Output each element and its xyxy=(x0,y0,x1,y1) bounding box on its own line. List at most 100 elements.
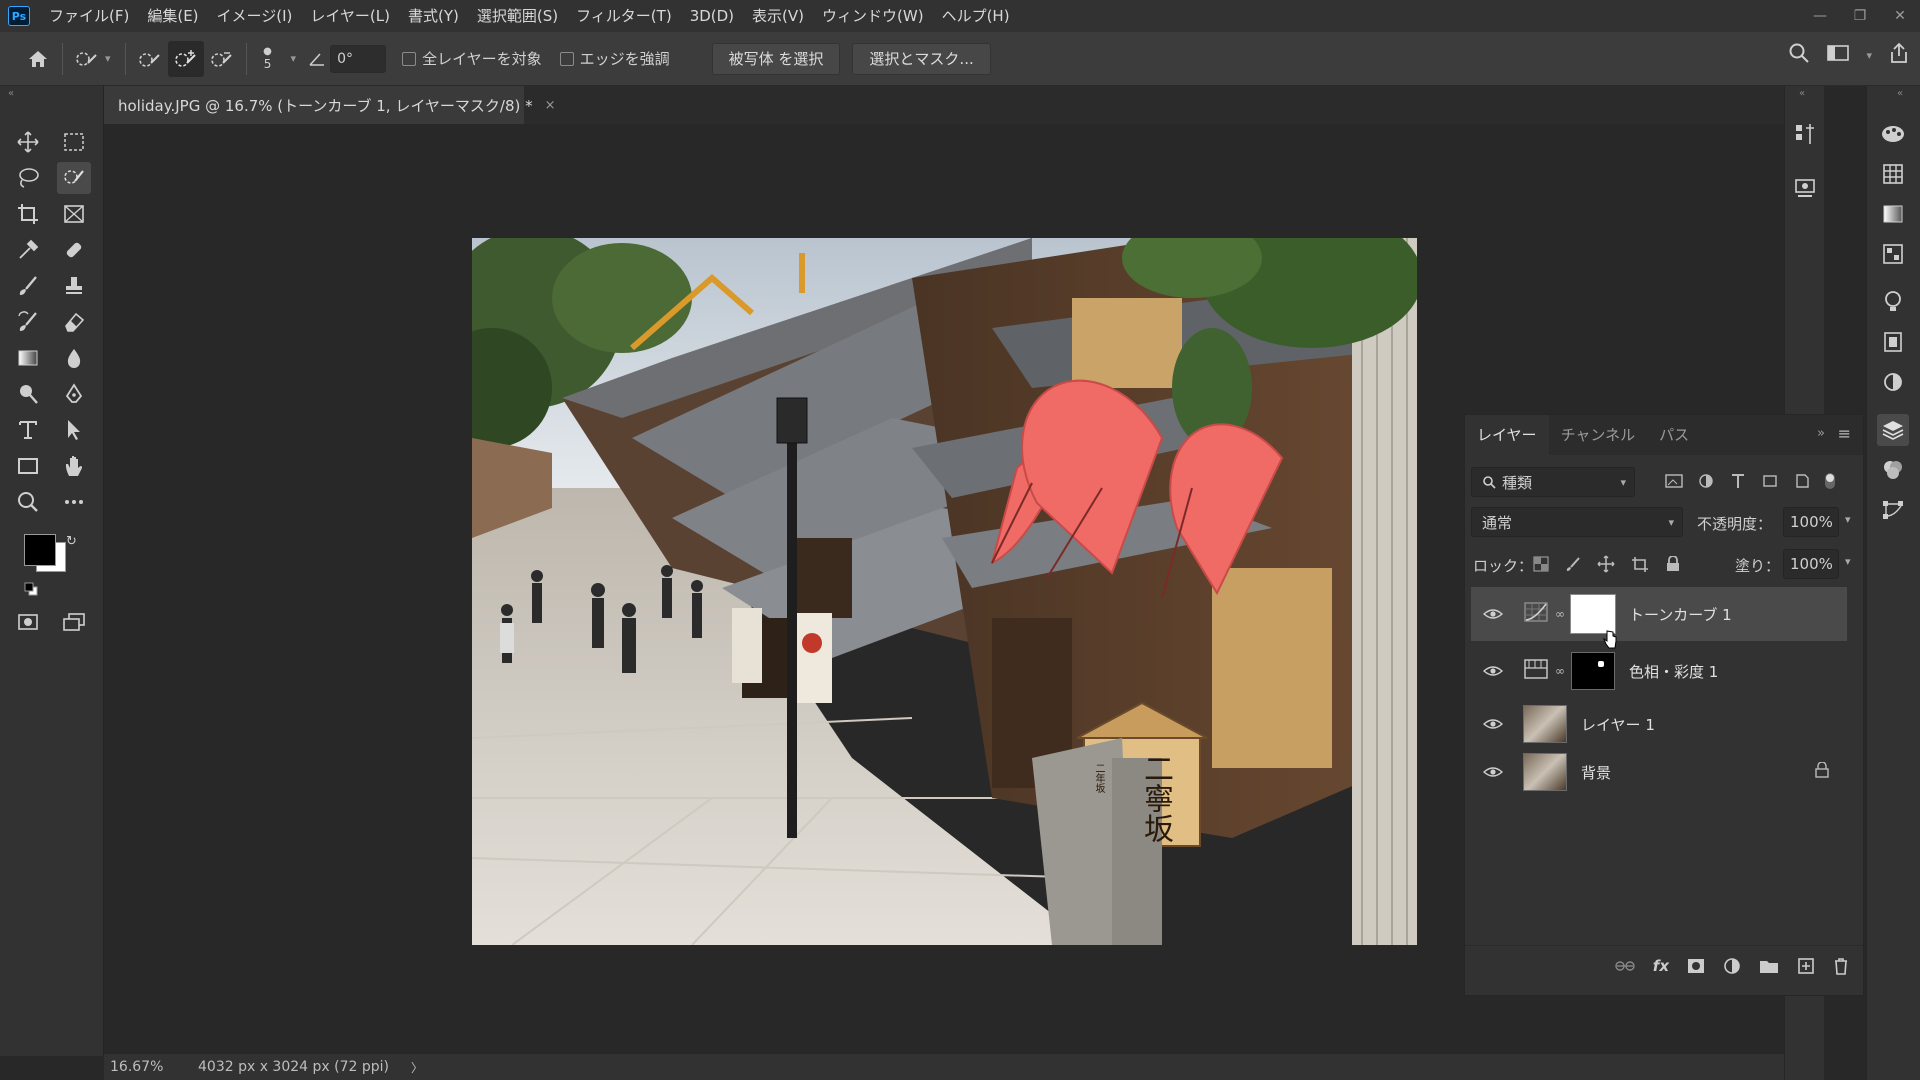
gradient-tool-icon[interactable] xyxy=(11,342,45,374)
hand-tool-icon[interactable] xyxy=(57,450,91,482)
tab-channels[interactable]: チャンネル xyxy=(1549,415,1648,455)
layer-thumbnail[interactable] xyxy=(1523,753,1567,791)
minimize-icon[interactable]: — xyxy=(1800,0,1840,32)
visibility-eye-icon[interactable] xyxy=(1481,665,1505,677)
visibility-eye-icon[interactable] xyxy=(1481,718,1505,730)
chevron-down-icon[interactable]: ▾ xyxy=(105,52,111,65)
foreground-color-swatch[interactable] xyxy=(24,534,56,566)
more-tools-icon[interactable] xyxy=(57,486,91,518)
document-tab[interactable]: holiday.JPG @ 16.7% (トーンカーブ 1, レイヤーマスク/8… xyxy=(104,86,556,124)
delete-layer-icon[interactable] xyxy=(1833,957,1849,975)
layer-row[interactable]: ∞ 色相・彩度 1 xyxy=(1471,645,1847,697)
menu-select[interactable]: 選択範囲(S) xyxy=(468,0,567,32)
learn-panel-icon[interactable] xyxy=(1877,286,1909,318)
filter-pixel-icon[interactable] xyxy=(1665,473,1683,489)
menu-layer[interactable]: レイヤー(L) xyxy=(301,0,399,32)
menu-filter[interactable]: フィルター(T) xyxy=(567,0,681,32)
opacity-input[interactable]: 100% xyxy=(1783,507,1839,537)
brush-size-picker[interactable]: ● 5 xyxy=(253,46,283,71)
color-panel-icon[interactable] xyxy=(1877,118,1909,150)
menu-3d[interactable]: 3D(D) xyxy=(681,0,743,32)
filter-type-icon[interactable] xyxy=(1729,473,1747,489)
history-brush-icon[interactable] xyxy=(11,306,45,338)
eyedropper-tool-icon[interactable] xyxy=(11,234,45,266)
filter-smart-object-icon[interactable] xyxy=(1793,473,1811,489)
layer-name[interactable]: 色相・彩度 1 xyxy=(1629,661,1718,682)
menu-image[interactable]: イメージ(I) xyxy=(208,0,302,32)
lasso-tool-icon[interactable] xyxy=(11,162,45,194)
default-colors-icon[interactable] xyxy=(24,582,38,600)
chevron-down-icon[interactable]: ▾ xyxy=(1845,513,1851,526)
swatches-panel-icon[interactable] xyxy=(1877,158,1909,190)
collapse-icon[interactable]: « xyxy=(1897,88,1903,99)
new-layer-icon[interactable] xyxy=(1797,957,1815,975)
status-menu-arrow[interactable]: 〉 xyxy=(411,1059,423,1076)
chevron-down-icon[interactable]: ▾ xyxy=(1845,555,1851,568)
eraser-tool-icon[interactable] xyxy=(57,306,91,338)
properties-panel-icon[interactable] xyxy=(1789,172,1821,204)
history-panel-icon[interactable] xyxy=(1789,118,1821,150)
fill-input[interactable]: 100% xyxy=(1783,549,1839,579)
brush-tool-icon[interactable] xyxy=(11,270,45,302)
menu-view[interactable]: 表示(V) xyxy=(743,0,813,32)
pen-tool-icon[interactable] xyxy=(57,378,91,410)
menu-type[interactable]: 書式(Y) xyxy=(399,0,468,32)
add-mask-icon[interactable] xyxy=(1687,958,1705,974)
new-group-icon[interactable] xyxy=(1759,958,1779,974)
zoom-level[interactable]: 16.67% xyxy=(110,1059,180,1075)
layer-mask-thumbnail[interactable] xyxy=(1570,594,1616,634)
rectangle-tool-icon[interactable] xyxy=(11,450,45,482)
visibility-eye-icon[interactable] xyxy=(1481,766,1505,778)
move-tool-icon[interactable] xyxy=(11,126,45,158)
share-icon[interactable] xyxy=(1888,42,1910,68)
layer-row[interactable]: ∞ トーンカーブ 1 xyxy=(1471,587,1847,641)
quick-mask-icon[interactable] xyxy=(11,606,45,638)
libraries-panel-icon[interactable] xyxy=(1877,326,1909,358)
blur-tool-icon[interactable] xyxy=(57,342,91,374)
layer-filter-select[interactable]: 種類 ▾ xyxy=(1471,467,1635,497)
paths-panel-icon[interactable] xyxy=(1877,494,1909,526)
screen-mode-icon[interactable] xyxy=(57,606,91,638)
workspace-icon[interactable] xyxy=(1826,43,1850,67)
layers-panel-icon[interactable] xyxy=(1877,414,1909,446)
tab-layers[interactable]: レイヤー xyxy=(1465,415,1549,455)
link-layers-icon[interactable] xyxy=(1615,959,1635,973)
link-icon[interactable]: ∞ xyxy=(1555,607,1565,621)
frame-tool-icon[interactable] xyxy=(57,198,91,230)
zoom-tool-icon[interactable] xyxy=(11,486,45,518)
sample-all-layers-checkbox[interactable] xyxy=(402,51,417,66)
layer-mask-thumbnail[interactable] xyxy=(1571,652,1615,690)
chevron-down-icon[interactable]: ▾ xyxy=(291,52,297,65)
healing-brush-icon[interactable] xyxy=(57,234,91,266)
layer-name[interactable]: トーンカーブ 1 xyxy=(1629,604,1732,625)
menu-window[interactable]: ウィンドウ(W) xyxy=(813,0,933,32)
quick-select-preset-icon[interactable] xyxy=(69,41,105,77)
layer-lock-icon[interactable] xyxy=(1815,761,1829,782)
filter-shape-icon[interactable] xyxy=(1761,473,1779,489)
lock-transparent-icon[interactable] xyxy=(1533,556,1549,572)
blend-mode-select[interactable]: 通常 ▾ xyxy=(1471,507,1683,537)
quick-select-tool-icon[interactable] xyxy=(57,162,91,194)
layer-name[interactable]: レイヤー 1 xyxy=(1581,714,1655,735)
menu-file[interactable]: ファイル(F) xyxy=(40,0,138,32)
select-and-mask-button[interactable]: 選択とマスク... xyxy=(852,42,991,75)
dodge-tool-icon[interactable] xyxy=(11,378,45,410)
crop-tool-icon[interactable] xyxy=(11,198,45,230)
collapse-icon[interactable]: « xyxy=(8,88,14,99)
close-window-icon[interactable]: ✕ xyxy=(1880,0,1920,32)
lock-artboard-icon[interactable] xyxy=(1631,556,1649,572)
gradients-panel-icon[interactable] xyxy=(1877,198,1909,230)
expand-panel-icon[interactable]: » xyxy=(1817,426,1825,441)
home-icon[interactable] xyxy=(20,41,56,77)
layer-row[interactable]: 背景 xyxy=(1471,749,1847,795)
layer-name[interactable]: 背景 xyxy=(1581,762,1611,783)
close-tab-icon[interactable]: × xyxy=(545,98,556,113)
adjustments-panel-icon[interactable] xyxy=(1877,366,1909,398)
collapse-icon[interactable]: « xyxy=(1799,88,1805,99)
marquee-tool-icon[interactable] xyxy=(57,126,91,158)
filter-toggle[interactable] xyxy=(1825,473,1835,489)
type-tool-icon[interactable] xyxy=(11,414,45,446)
search-icon[interactable] xyxy=(1788,42,1810,68)
swap-colors-icon[interactable]: ↻ xyxy=(66,534,77,549)
visibility-eye-icon[interactable] xyxy=(1481,608,1505,620)
